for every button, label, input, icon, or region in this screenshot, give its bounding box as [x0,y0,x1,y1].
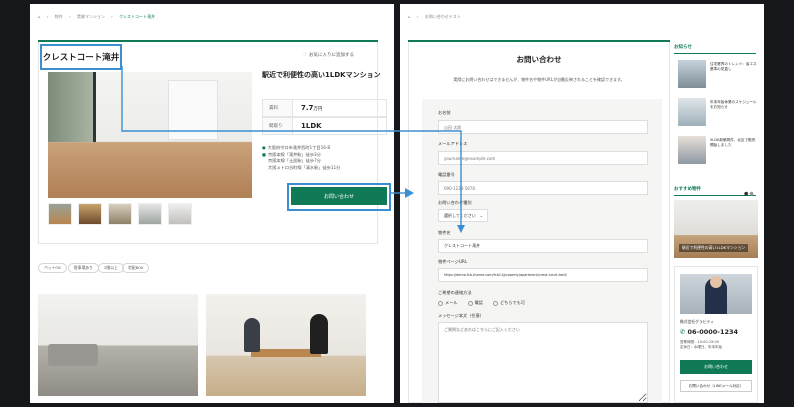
inquiry-type-label: お問い合わせ種別 [438,200,472,205]
gallery-thumbnail[interactable] [48,203,72,225]
property-name: クレストコート滝井 [42,53,120,63]
radio-circle-icon [467,300,473,306]
feature-tag: 宅配BOX [122,263,150,273]
property-heading: 駅近で利便性の高い1LDKマンション [262,71,381,79]
name-label: お名前 [438,110,451,115]
phone-input[interactable] [438,181,648,195]
spec-rent: 賃料 7.7万円 [262,99,387,117]
spec-layout-value: 1LDK [301,122,322,130]
feature-tag: ペットOK [38,263,67,273]
breadcrumb-properties[interactable]: 物件 [55,14,63,19]
phone-label: 電話番号 [438,172,455,177]
carousel-dots[interactable]: ●● [744,191,755,197]
news-thumbnail [678,136,706,164]
home-icon[interactable]: ⌂ [408,14,411,19]
sidebar-contact-button[interactable]: お問い合わせ [680,360,752,374]
property-address: 大阪府守口市滝井西町1丁目16-8 [267,145,331,150]
favorite-label: お気に入りに追加する [309,53,355,58]
phone-icon: ✆ [680,328,686,336]
spec-rent-unit: 万円 [313,107,323,112]
breadcrumb-current: クレストコート滝井 [119,14,156,19]
gallery-thumbnail[interactable] [168,203,192,225]
business-hours: 営業時間：10:00-19:00 定休日：水曜日、年末年始 [680,340,722,350]
favorite-button[interactable]: ♡ お気に入りに追加する [303,52,354,58]
recommend-caption: 駅近で利便性の高い1LDKマンション [679,244,749,252]
news-item[interactable]: 住宅業界のトレンド：省エネ基準の見直し [678,60,758,90]
hours-line: 定休日：水曜日、年末年始 [680,345,722,349]
interior-photo-meeting [206,294,366,396]
agent-photo [680,274,752,314]
heart-icon: ♡ [303,53,308,58]
email-input[interactable] [438,151,648,165]
news-thumbnail [678,98,706,126]
breadcrumb-separator: › [416,14,419,19]
spec-layout: 間取り 1LDK [262,117,387,135]
contact-button[interactable]: お問い合わせ [291,187,387,205]
spec-rent-label: 賃料 [263,100,293,116]
news-item[interactable]: 5LDK新築物件、北区で販売開始しました [678,136,758,166]
email-label: メールアドレス [438,141,468,146]
property-name-highlight: クレストコート滝井 [40,44,122,70]
radio-either[interactable]: どちらでも可 [492,300,525,306]
news-thumbnail [678,60,706,88]
form-description: 実際にお問い合わせはできませんが、物件名や物件URLが自動反映されることを確認で… [453,77,625,82]
spec-rent-value: 7.7 [301,104,314,112]
radio-email[interactable]: メール [438,300,458,306]
property-name-label: 物件名 [438,230,451,235]
news-heading: お知らせ [674,44,756,54]
contact-method-group: メール 電話 どちらでも可 [438,300,525,306]
radio-circle-icon [438,300,443,306]
company-name: 株式会社グラビティ [680,319,714,324]
gallery-thumbnail[interactable] [78,203,102,225]
inquiry-type-select[interactable]: 選択してください ⌄ [438,209,488,222]
property-access: ● 大阪府守口市滝井西町1丁目16-8 ■ 京阪本線「滝井駅」徒歩3分 京阪本線「土… [262,145,390,171]
inquiry-type-value: 選択してください [444,212,476,218]
contact-page-panel: ⌂ › お問い合わせテスト お問い合わせ 実際にお問い合わせはできませんが、物件… [400,4,764,403]
phone-number[interactable]: ✆ 06-0000-1234 [680,328,738,336]
news-item[interactable]: 年末年始休業のスケジュールをお知らせ [678,98,758,128]
access-line: 京阪本線「滝井駅」徒歩3分 [267,151,321,157]
train-icon: ■ [262,151,266,157]
gallery-thumbnail[interactable] [138,203,162,225]
spec-layout-label: 間取り [263,118,293,134]
property-main-photo[interactable] [48,72,252,198]
gallery-thumbnail[interactable] [108,203,132,225]
breadcrumb-current: お問い合わせテスト [424,14,461,19]
property-url-input[interactable]: https://demo.fcb-theme.com/fcb11/propert… [438,268,648,282]
radio-circle-icon [492,300,498,306]
breadcrumb-separator: › [111,14,113,19]
interior-photo-living [38,294,198,396]
breadcrumb-rental[interactable]: 賃貸マンション [77,14,105,19]
feature-tag: 駐車場あり [68,263,99,273]
access-line: 大阪メトロ谷町線「清水駅」徒歩11分 [268,164,341,170]
contact-method-label: ご希望の連絡方法 [438,290,472,295]
line-contact-button[interactable]: お問い合わせ（LINEメール対応） [680,380,752,392]
property-name-input[interactable]: クレストコート滝井 [438,239,648,253]
home-icon[interactable]: ⌂ [38,14,41,19]
breadcrumb-separator: › [69,14,71,19]
property-url-label: 物件ページURL [438,259,468,264]
breadcrumb-separator: › [46,14,49,19]
message-label: メッセージ本文（任意） [438,313,484,318]
breadcrumb: ⌂ › お問い合わせテスト [408,14,466,20]
map-pin-icon: ● [262,145,266,150]
feature-tag: 2階以上 [98,263,124,273]
chevron-down-icon: ⌄ [479,213,484,218]
breadcrumb: ⌂ › 物件 › 賃貸マンション › クレストコート滝井 [38,14,160,20]
news-title: 住宅業界のトレンド：省エネ基準の見直し [710,62,757,71]
news-title: 5LDK新築物件、北区で販売開始しました [710,138,756,147]
property-page-panel: ⌂ › 物件 › 賃貸マンション › クレストコート滝井 クレストコート滝井 ♡… [30,4,394,403]
name-input[interactable] [438,120,648,134]
form-title: お問い合わせ [516,55,562,64]
message-textarea[interactable] [438,322,648,403]
news-title: 年末年始休業のスケジュールをお知らせ [710,100,757,109]
radio-phone[interactable]: 電話 [467,300,483,306]
